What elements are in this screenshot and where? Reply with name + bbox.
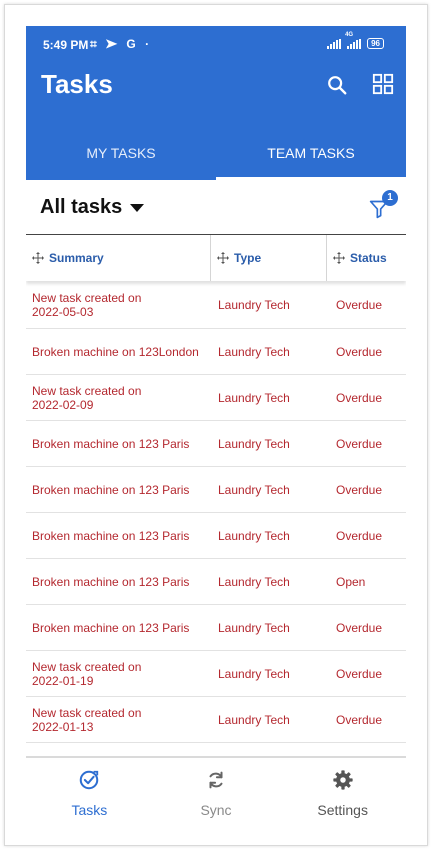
table-row[interactable]: Broken machine on 123 Paris Laundry Tech… <box>26 513 406 559</box>
grid-view-icon[interactable] <box>372 73 394 95</box>
table-row[interactable]: New task created on 2022-01-13 Laundry T… <box>26 697 406 743</box>
app-screen: 5:49 PM ⌗ ➤ G · 4G 96 Tasks MY TASKS TEA… <box>26 26 406 826</box>
nav-tasks[interactable]: Tasks <box>26 758 153 826</box>
cell-status: Overdue <box>336 390 383 405</box>
cell-summary: Broken machine on 123 Paris <box>32 482 190 497</box>
cell-summary: Broken machine on 123London <box>32 344 199 359</box>
signal-4g-icon: 4G <box>345 32 362 49</box>
table-header: Summary Type Status <box>26 234 406 281</box>
check-circle-icon <box>80 770 99 790</box>
notification-icons: ⌗ ➤ G · <box>90 37 153 51</box>
gear-icon <box>333 770 353 790</box>
table-row[interactable]: New task created on 2022-02-09 Laundry T… <box>26 375 406 421</box>
task-filter-dropdown[interactable]: All tasks <box>40 196 145 219</box>
column-label: Type <box>234 251 262 265</box>
cell-summary: Broken machine on 123 Paris <box>32 574 190 589</box>
table-body: New task created on 2022-05-03 Laundry T… <box>26 281 406 743</box>
nav-settings[interactable]: Settings <box>279 758 406 826</box>
cell-type: Laundry Tech <box>218 297 290 312</box>
tasks-table: Summary Type Status New task created on … <box>26 234 406 743</box>
cell-summary: New task created on 2022-05-03 <box>32 290 142 319</box>
cell-status: Overdue <box>336 482 383 497</box>
cell-type: Laundry Tech <box>218 344 290 359</box>
cell-status: Open <box>336 574 366 589</box>
move-icon <box>333 252 345 264</box>
bottom-navigation: Tasks Sync Settings <box>26 756 406 826</box>
column-label: Summary <box>49 251 104 265</box>
table-row[interactable]: Broken machine on 123London Laundry Tech… <box>26 329 406 375</box>
cell-type: Laundry Tech <box>218 482 290 497</box>
cell-status: Overdue <box>336 297 383 312</box>
cell-type: Laundry Tech <box>218 666 290 681</box>
table-row[interactable]: Broken machine on 123 Paris Laundry Tech… <box>26 421 406 467</box>
cell-type: Laundry Tech <box>218 574 290 589</box>
filter-count-badge: 1 <box>382 190 398 206</box>
nav-label: Tasks <box>71 802 108 818</box>
table-row[interactable]: Broken machine on 123 Paris Laundry Tech… <box>26 467 406 513</box>
cell-status: Overdue <box>336 620 383 635</box>
table-row[interactable]: New task created on 2022-05-03 Laundry T… <box>26 281 406 329</box>
tab-team-tasks[interactable]: TEAM TASKS <box>216 136 406 180</box>
move-icon <box>32 252 44 264</box>
network-label: 4G <box>345 31 354 38</box>
column-header-summary[interactable]: Summary <box>26 235 211 281</box>
cell-type: Laundry Tech <box>218 712 290 727</box>
cell-type: Laundry Tech <box>218 436 290 451</box>
nav-label: Settings <box>317 802 368 818</box>
cell-type: Laundry Tech <box>218 528 290 543</box>
status-bar: 5:49 PM ⌗ ➤ G · 4G 96 <box>26 26 406 64</box>
tab-my-tasks[interactable]: MY TASKS <box>26 136 216 180</box>
sync-icon <box>209 771 223 789</box>
table-row[interactable]: Broken machine on 123 Paris Laundry Tech… <box>26 605 406 651</box>
cell-summary: Broken machine on 123 Paris <box>32 620 190 635</box>
column-label: Status <box>350 251 387 265</box>
search-icon[interactable] <box>326 74 348 96</box>
cell-summary: New task created on 2022-01-19 <box>32 659 142 688</box>
cell-status: Overdue <box>336 436 383 451</box>
list-toolbar: All tasks 1 <box>26 180 406 234</box>
cell-summary: Broken machine on 123 Paris <box>32 436 190 451</box>
cell-summary: Broken machine on 123 Paris <box>32 528 190 543</box>
task-tabs: MY TASKS TEAM TASKS <box>26 136 406 180</box>
cell-type: Laundry Tech <box>218 390 290 405</box>
cell-status: Overdue <box>336 528 383 543</box>
status-right: 4G 96 <box>327 32 384 49</box>
status-time: 5:49 PM <box>43 38 89 52</box>
signal-icon <box>327 38 342 49</box>
cell-status: Overdue <box>336 344 383 359</box>
caret-down-icon <box>130 203 145 212</box>
cell-type: Laundry Tech <box>218 620 290 635</box>
table-row[interactable]: New task created on 2022-01-19 Laundry T… <box>26 651 406 697</box>
move-icon <box>217 252 229 264</box>
page-title: Tasks <box>41 69 113 99</box>
nav-label: Sync <box>200 802 232 818</box>
battery-icon: 96 <box>367 38 384 49</box>
table-row[interactable]: Broken machine on 123 Paris Laundry Tech… <box>26 559 406 605</box>
cell-summary: New task created on 2022-02-09 <box>32 383 142 412</box>
cell-status: Overdue <box>336 666 383 681</box>
nav-sync[interactable]: Sync <box>153 758 280 826</box>
cell-summary: New task created on 2022-01-13 <box>32 705 142 734</box>
cell-status: Overdue <box>336 712 383 727</box>
task-filter-label: All tasks <box>40 196 123 218</box>
column-header-type[interactable]: Type <box>211 235 327 281</box>
app-header: 5:49 PM ⌗ ➤ G · 4G 96 Tasks MY TASKS TEA… <box>26 26 406 180</box>
column-header-status[interactable]: Status <box>327 235 406 281</box>
